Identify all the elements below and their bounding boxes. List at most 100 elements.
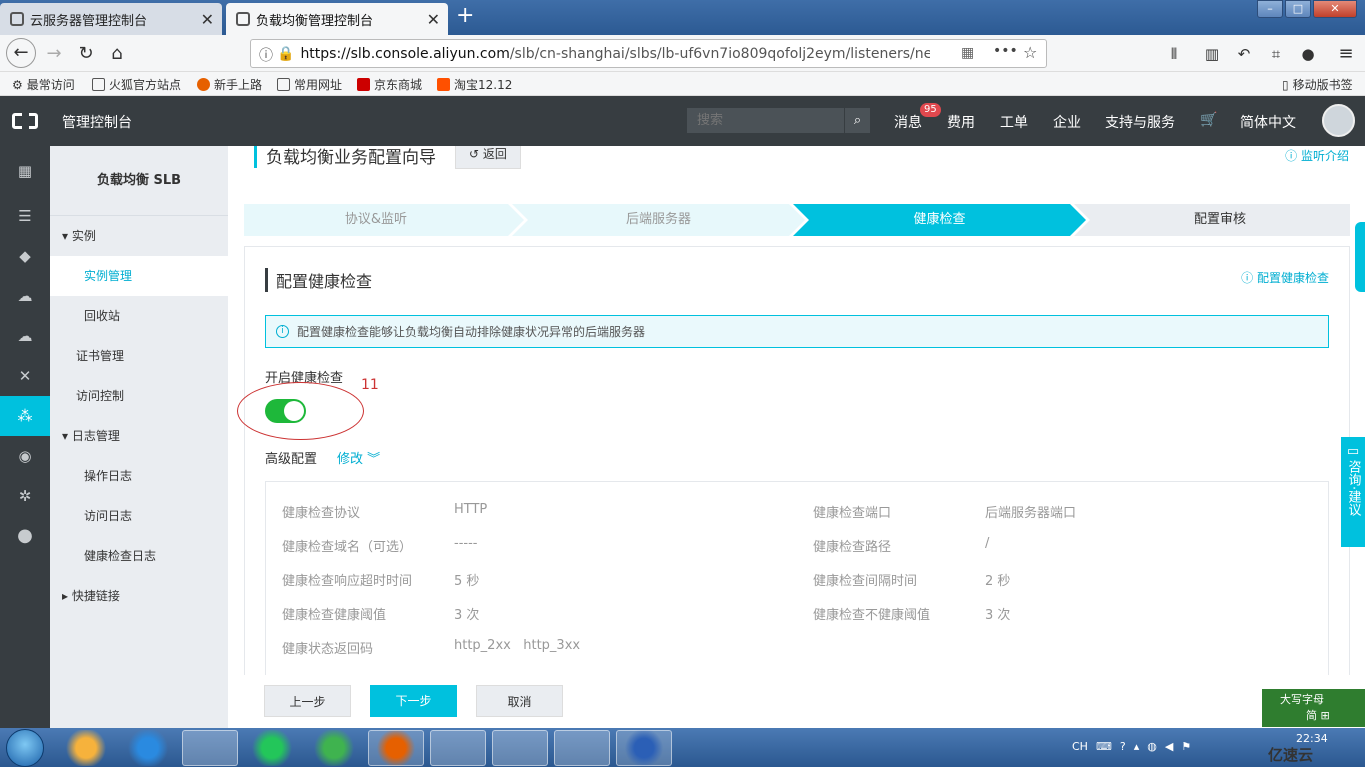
gear-icon: ⚙ <box>12 77 23 92</box>
cart-icon[interactable]: 🛒 <box>1200 112 1217 128</box>
slb-icon[interactable]: ⁂ <box>0 396 50 436</box>
bookmark-item[interactable]: 京东商城 <box>357 76 422 93</box>
ie-icon[interactable] <box>120 730 176 766</box>
detail-label: 健康检查域名（可选） <box>282 540 413 555</box>
nav-enterprise[interactable]: 企业 <box>1053 112 1081 132</box>
globe-icon[interactable]: ◉ <box>0 436 50 476</box>
network-icon[interactable]: ◍ <box>1147 740 1157 753</box>
side-collapse-tab[interactable] <box>1355 222 1365 292</box>
health-check-toggle[interactable] <box>265 399 306 423</box>
tab-close-icon[interactable]: ✕ <box>427 10 440 29</box>
detail-label: 健康状态返回码 <box>282 642 374 657</box>
screenshot-icon[interactable]: ⌗ <box>1262 41 1290 67</box>
tray-lang[interactable]: CH <box>1072 740 1088 753</box>
console-title[interactable]: 管理控制台 <box>62 112 132 132</box>
health-check-help-link[interactable]: ⓘ 配置健康检查 <box>1241 269 1329 286</box>
nav-messages[interactable]: 消息 <box>894 112 922 132</box>
bookmark-item[interactable]: ⚙ 最常访问 <box>12 76 75 93</box>
info-icon[interactable]: ⓘ <box>259 45 273 65</box>
minimize-icon[interactable]: – <box>1257 0 1283 18</box>
firefox-icon[interactable] <box>368 730 424 766</box>
menu-group-quick-links[interactable]: ▸ 快捷链接 <box>50 576 228 616</box>
circle-icon[interactable]: ● <box>0 516 50 556</box>
menu-item-access-control[interactable]: 访问控制 <box>50 376 228 416</box>
back-arrow-icon[interactable]: ← <box>6 38 36 68</box>
search-box: ⌕ <box>687 108 870 133</box>
tool-icon[interactable] <box>492 730 548 766</box>
bookmark-item[interactable]: 新手上路 <box>197 76 262 93</box>
aliyun-logo-icon[interactable] <box>12 112 38 130</box>
explorer-icon[interactable] <box>430 730 486 766</box>
menu-item-certificates[interactable]: 证书管理 <box>50 336 228 376</box>
listener-help-link[interactable]: ⓘ 监听介绍 <box>1285 147 1349 164</box>
menu-item-operation-logs[interactable]: 操作日志 <box>50 456 228 496</box>
new-tab-icon[interactable]: + <box>456 3 474 28</box>
menu-icon[interactable]: ≡ <box>1332 41 1360 67</box>
notes-icon[interactable] <box>554 730 610 766</box>
flag-icon[interactable]: ⚑ <box>1181 740 1191 753</box>
arrow-up-icon[interactable]: ▴ <box>1134 740 1140 753</box>
wizard-actions: 上一步 下一步 取消 <box>228 675 1365 728</box>
forward-arrow-icon[interactable]: → <box>40 41 68 67</box>
browser-tab[interactable]: 云服务器管理控制台 ✕ <box>0 3 222 35</box>
home-icon[interactable]: ⌂ <box>103 41 131 67</box>
menu-item-health-check-logs[interactable]: 健康检查日志 <box>50 536 228 576</box>
bookmark-item[interactable]: 常用网址 <box>277 76 342 93</box>
menu-item-instance-management[interactable]: 实例管理 <box>50 256 228 296</box>
menu-item-access-logs[interactable]: 访问日志 <box>50 496 228 536</box>
keyboard-icon[interactable]: ⌨ <box>1096 740 1112 753</box>
consult-suggest-button[interactable]: ▭ 咨询·建议 <box>1341 437 1365 547</box>
help-icon[interactable]: ? <box>1120 740 1126 753</box>
side-menu: 负载均衡 SLB ▾ 实例 实例管理 回收站 证书管理 访问控制 ▾ 日志管理 … <box>50 146 228 728</box>
address-bar[interactable]: ⓘ 🔒 https://slb.console.aliyun.com/slb/c… <box>250 39 1047 68</box>
prev-button[interactable]: 上一步 <box>264 685 351 717</box>
next-button[interactable]: 下一步 <box>370 685 457 717</box>
system-tray: CH ⌨ ? ▴ ◍ ◀ ⚑ <box>1072 740 1191 753</box>
volume-icon[interactable]: ◀ <box>1165 740 1173 753</box>
iqiyi-icon[interactable] <box>244 730 300 766</box>
chat-icon[interactable]: ● <box>1294 41 1322 67</box>
media-player-icon[interactable] <box>306 730 362 766</box>
window-close-icon[interactable]: ✕ <box>1313 0 1357 18</box>
reload-icon[interactable]: ↻ <box>72 41 100 67</box>
list-icon[interactable]: ☰ <box>0 196 50 236</box>
avatar[interactable] <box>1322 104 1355 137</box>
qr-code-icon[interactable]: ▦ <box>961 45 974 61</box>
bookmark-star-icon[interactable]: ☆ <box>1023 43 1037 62</box>
more-icon[interactable]: ••• <box>993 43 1018 59</box>
search-input[interactable] <box>687 108 844 133</box>
search-icon[interactable]: ⌕ <box>844 108 870 133</box>
browser-tab-active[interactable]: 负载均衡管理控制台 ✕ <box>226 3 448 35</box>
menu-group-instances[interactable]: ▾ 实例 <box>50 216 228 256</box>
cloud-icon[interactable]: ☁ <box>0 276 50 316</box>
menu-item-recycle-bin[interactable]: 回收站 <box>50 296 228 336</box>
back-button[interactable]: ↺ 返回 <box>455 146 521 169</box>
bookmark-item[interactable]: 淘宝12.12 <box>437 76 512 93</box>
cancel-button[interactable]: 取消 <box>476 685 563 717</box>
cloud-upload-icon[interactable]: ☁ <box>0 316 50 356</box>
tools-icon[interactable]: ✕ <box>0 356 50 396</box>
word-icon[interactable] <box>616 730 672 766</box>
grid-icon[interactable]: ▦ <box>0 151 50 191</box>
bug-icon[interactable]: ✲ <box>0 476 50 516</box>
colorful-app-icon[interactable] <box>58 730 114 766</box>
detail-value: / <box>985 536 990 551</box>
maximize-icon[interactable]: □ <box>1285 0 1311 18</box>
shield-icon[interactable]: ◆ <box>0 236 50 276</box>
library-icon[interactable]: ⫴ <box>1160 41 1188 67</box>
start-menu-icon[interactable] <box>6 729 44 767</box>
360-browser-icon[interactable] <box>182 730 238 766</box>
message-count-badge: 95 <box>920 103 941 117</box>
undo-icon[interactable]: ↶ <box>1230 41 1258 67</box>
menu-group-logs[interactable]: ▾ 日志管理 <box>50 416 228 456</box>
nav-billing[interactable]: 费用 <box>947 112 975 132</box>
bookmark-item[interactable]: 火狐官方站点 <box>92 76 181 93</box>
sidebar-icon[interactable]: ▥ <box>1198 41 1226 67</box>
nav-language[interactable]: 简体中文 <box>1240 112 1296 132</box>
nav-tickets[interactable]: 工单 <box>1000 112 1028 132</box>
bookmark-item[interactable]: ▯ 移动版书签 <box>1282 76 1353 93</box>
advanced-edit-link[interactable]: 修改 ︾ <box>337 448 380 467</box>
ime-toolbar[interactable]: 大写字母 简 ⊞ <box>1262 689 1365 727</box>
tab-close-icon[interactable]: ✕ <box>201 10 214 29</box>
nav-support[interactable]: 支持与服务 <box>1105 112 1175 132</box>
